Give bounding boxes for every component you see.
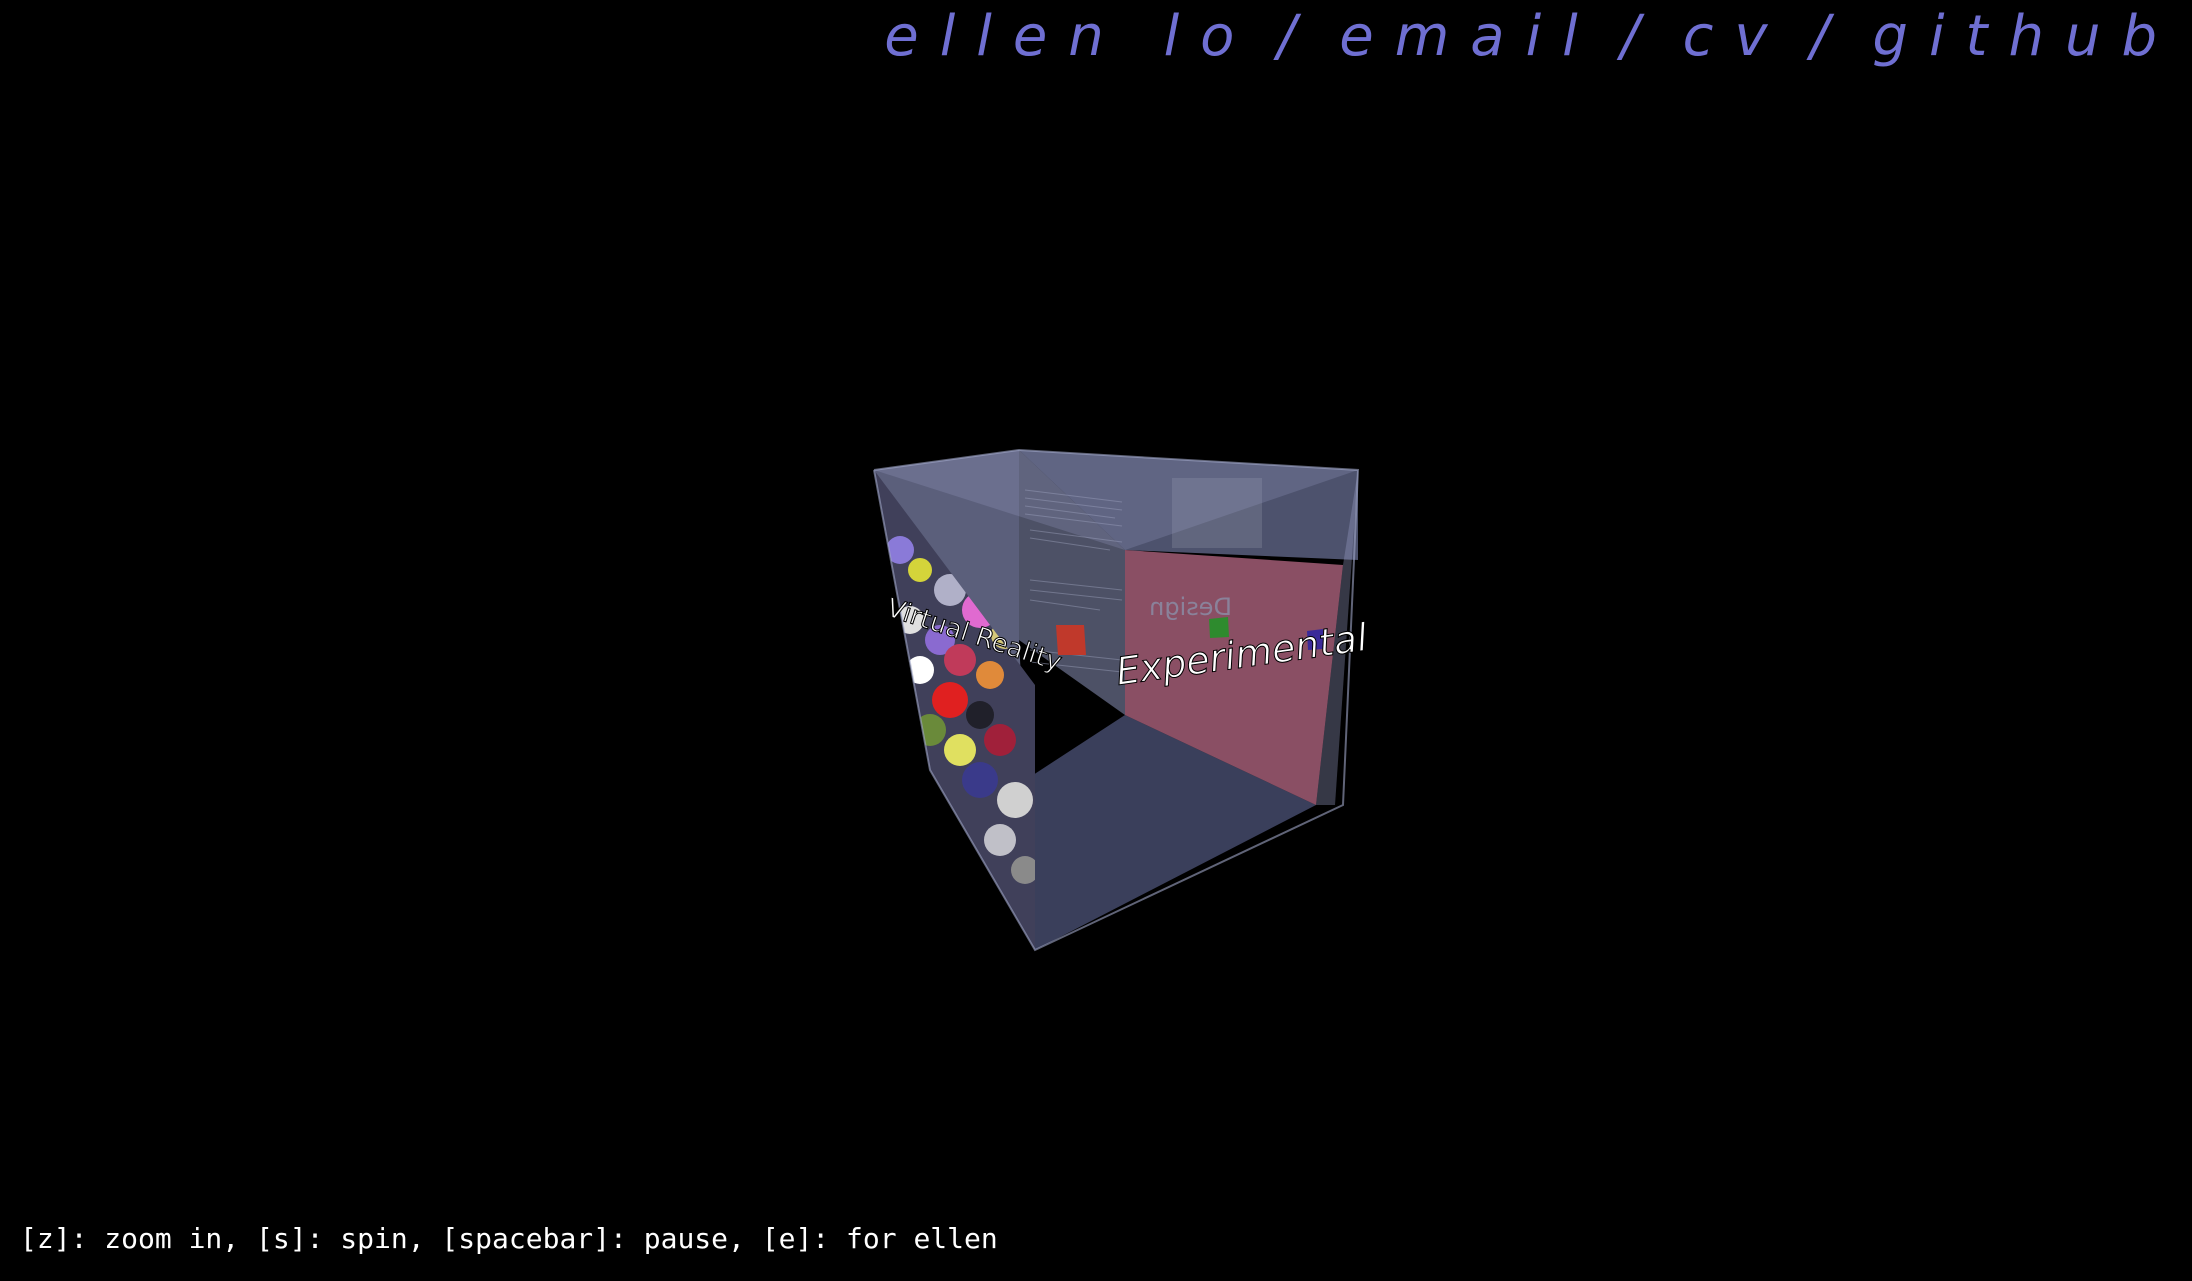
site-name[interactable]: ellen lo: [884, 4, 1255, 69]
nav-separator: /: [1277, 3, 1318, 69]
nav-link-cv[interactable]: cv: [1683, 4, 1789, 69]
top-nav: ellen lo / email / cv / github: [884, 0, 2178, 72]
keyboard-hint: [z]: zoom in, [s]: spin, [spacebar]: pau…: [20, 1222, 998, 1255]
cube-canvas[interactable]: Virtual Reality Experimental Design: [860, 440, 1380, 960]
nav-link-github[interactable]: github: [1872, 4, 2178, 69]
cube-scene[interactable]: Virtual Reality Experimental Design: [860, 440, 1380, 960]
label-design-mirrored[interactable]: Design: [1149, 593, 1232, 621]
nav-separator: /: [1810, 3, 1851, 69]
nav-link-email[interactable]: email: [1339, 4, 1598, 69]
nav-separator: /: [1620, 3, 1661, 69]
